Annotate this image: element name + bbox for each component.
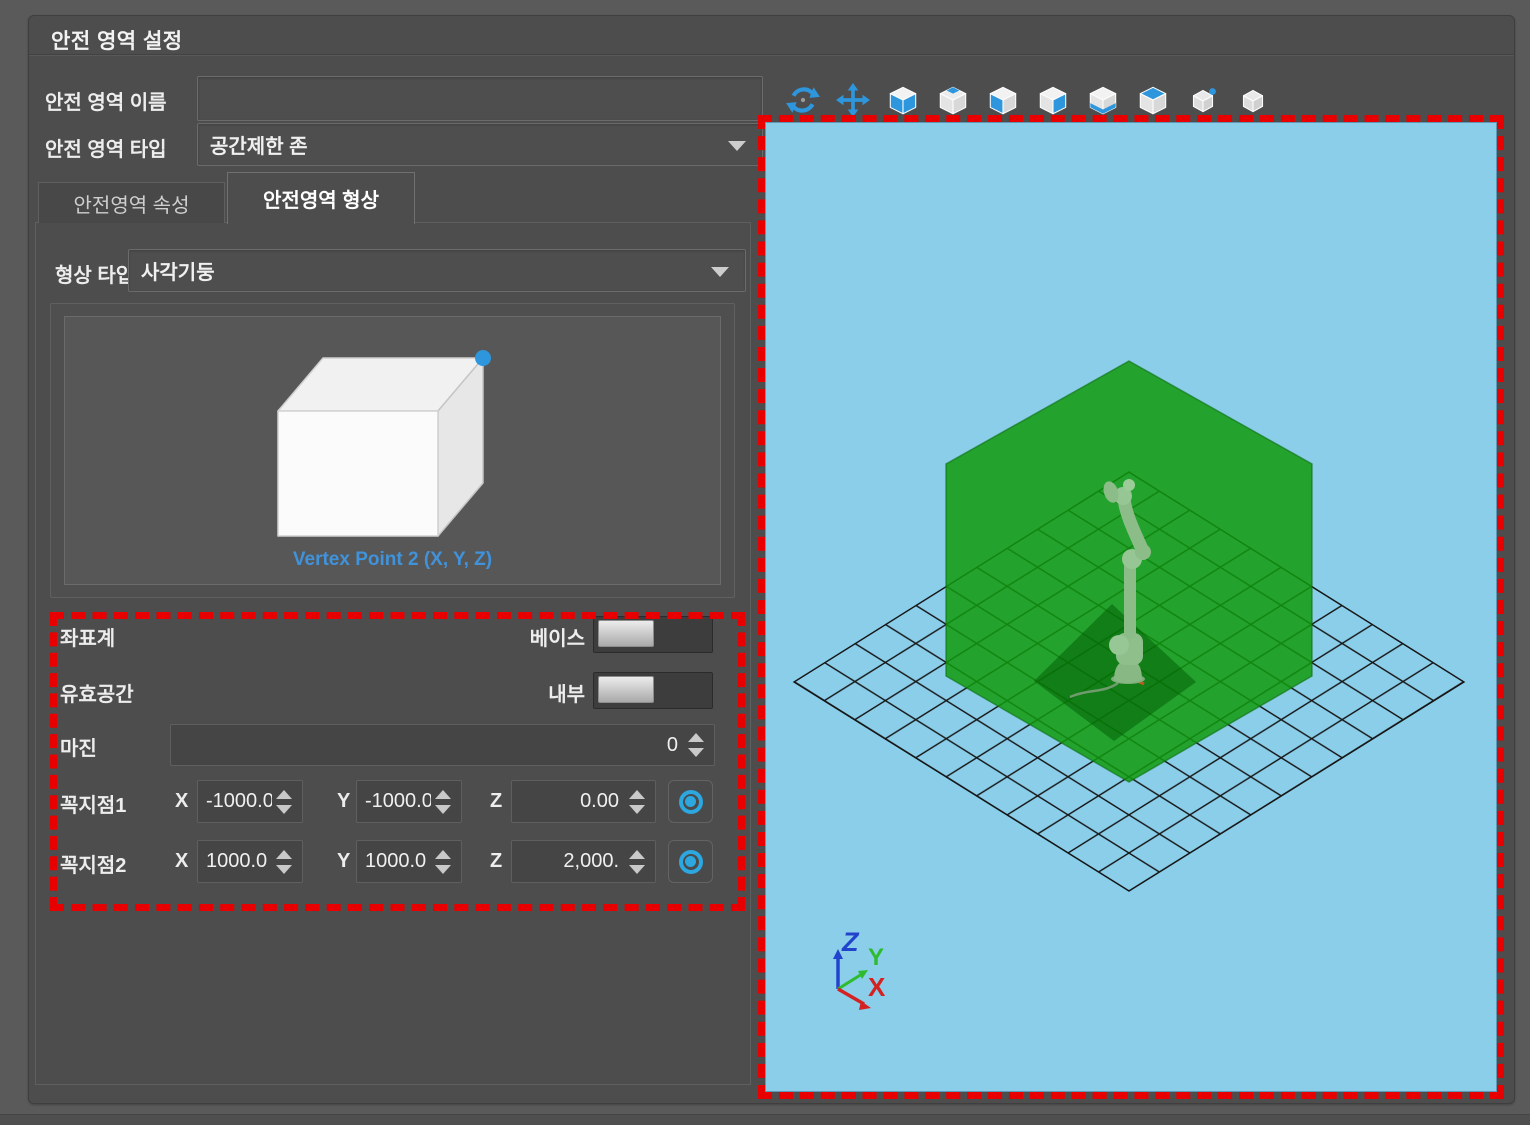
pan-icon [835,82,871,118]
axis-triad: Z Y X [833,927,886,1010]
view-right-button[interactable] [1034,82,1072,120]
cube-right-view-icon [1035,82,1071,118]
title-separator [29,54,1514,55]
zone-name-label: 안전 영역 이름 [45,86,167,115]
tab-zone-shape-label: 안전영역 형상 [263,184,379,213]
viewport-toolbar [784,82,1272,122]
view-back-button[interactable] [934,82,972,120]
3d-viewport[interactable]: Z Y X [765,122,1497,1092]
view-bottom-button[interactable] [1084,82,1122,120]
view-front-button[interactable] [884,82,922,120]
chevron-down-icon [728,141,746,151]
viewport-scene: Z Y X [766,123,1498,1093]
tab-zone-properties-label: 안전영역 속성 [74,189,190,218]
view-isometric-button[interactable] [1184,82,1222,120]
zone-type-label: 안전 영역 타입 [45,133,167,162]
rotate-icon [785,82,821,118]
tab-zone-properties[interactable]: 안전영역 속성 [38,182,225,223]
x-axis-label: X [868,972,886,1002]
cube-back-view-icon [935,82,971,118]
zone-type-value: 공간제한 존 [210,130,308,159]
cube-orthographic-view-icon [1235,82,1271,118]
cube-bottom-view-icon [1085,82,1121,118]
rotate-view-button[interactable] [784,82,822,120]
view-top-button[interactable] [1134,82,1172,120]
bottom-strip [0,1114,1530,1125]
view-orthographic-button[interactable] [1234,82,1272,120]
zone-type-select[interactable]: 공간제한 존 [197,123,763,166]
cube-top-view-icon [1135,82,1171,118]
page-title: 안전 영역 설정 [51,25,183,55]
zone-name-input[interactable] [197,76,763,121]
pan-view-button[interactable] [834,82,872,120]
tab-zone-shape[interactable]: 안전영역 형상 [227,172,415,224]
y-axis-label: Y [868,944,884,971]
cube-isometric-view-icon [1185,82,1221,118]
view-left-button[interactable] [984,82,1022,120]
z-axis-label: Z [841,927,860,957]
cube-left-view-icon [985,82,1021,118]
cube-front-view-icon [885,82,921,118]
tab-content-panel [35,222,751,1085]
